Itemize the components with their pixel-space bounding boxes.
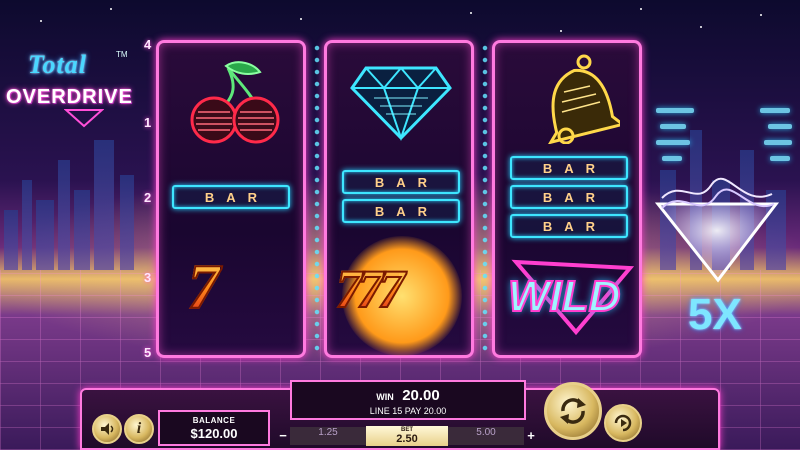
win-value: 20.00 [402,387,440,404]
balance-value: $120.00 [190,426,238,441]
logo-triangle-icon [64,109,104,128]
info-icon: i [136,420,142,437]
bar-symbol: BAR [342,170,460,194]
win-label: WIN [376,392,394,402]
bar-symbol: BAR [510,185,628,209]
deco-line [656,108,694,113]
win-display: WIN 20.00 LINE 15 PAY 20.00 [290,380,526,420]
bar-symbol: BAR [342,199,460,223]
deco-line [768,124,792,129]
autoplay-icon [614,414,632,432]
autoplay-button[interactable] [604,404,642,442]
deco-line [770,156,790,161]
star [300,18,302,20]
payline-number: 4 [144,37,152,52]
logo-title-top: Total [28,50,87,79]
payline-number: 1 [144,115,152,130]
star [40,20,42,22]
payline-number: 5 [144,345,152,360]
bet-current: BET 2.50 [366,426,448,446]
bell-icon [547,54,620,144]
logo-title-bottom: OVERDRIVE [6,86,133,108]
speaker-icon [101,423,114,435]
deco-line [662,156,682,161]
star [760,14,762,16]
reel-divider [479,42,491,356]
multiplier-label: 5X [688,290,742,339]
reel-divider [311,42,323,356]
spin-arrows-icon [560,398,586,424]
city-building [120,175,134,270]
bar-symbol: BAR [510,214,628,238]
payline-number: 3 [144,270,152,285]
diamond-icon [350,66,452,142]
triple-seven-symbol: 777 [335,258,406,320]
sound-button[interactable] [92,414,122,444]
balance-label: BALANCE [192,416,236,425]
city-building [4,210,18,270]
bet-value: 2.50 [396,433,418,445]
deco-line [656,140,690,145]
bet-increase-button[interactable]: + [524,427,538,445]
star [640,8,642,10]
city-building [22,180,32,270]
city-building [94,140,114,270]
bet-decrease-button[interactable]: − [276,427,290,445]
city-building [36,200,54,270]
wild-symbol: WILD [507,271,621,322]
star [700,26,702,28]
bar-symbol: BAR [510,156,628,180]
city-building [58,160,70,270]
multiplier-triangle-icon [654,177,780,283]
win-detail: LINE 15 PAY 20.00 [369,406,447,416]
deco-line [660,124,686,129]
balance-display: BALANCE $120.00 [158,410,270,446]
payline-number: 2 [144,190,152,205]
logo-trademark: TM [116,50,128,59]
star [110,8,112,10]
bet-option-next[interactable]: 5.00 [448,427,524,445]
city-building [74,190,90,270]
deco-line [760,108,790,113]
info-button[interactable]: i [124,414,154,444]
game-logo: Total TM OVERDRIVE [4,48,154,128]
star [470,12,472,14]
star [560,30,562,32]
bet-selector: − 1.25 BET 2.50 5.00 + [276,426,542,446]
cherry-icon [190,61,280,144]
bar-symbol: BAR [172,185,290,209]
seven-symbol: 7 [187,250,221,323]
deco-line [764,140,792,145]
spin-button[interactable] [544,382,602,440]
bet-option-prev[interactable]: 1.25 [290,427,366,445]
